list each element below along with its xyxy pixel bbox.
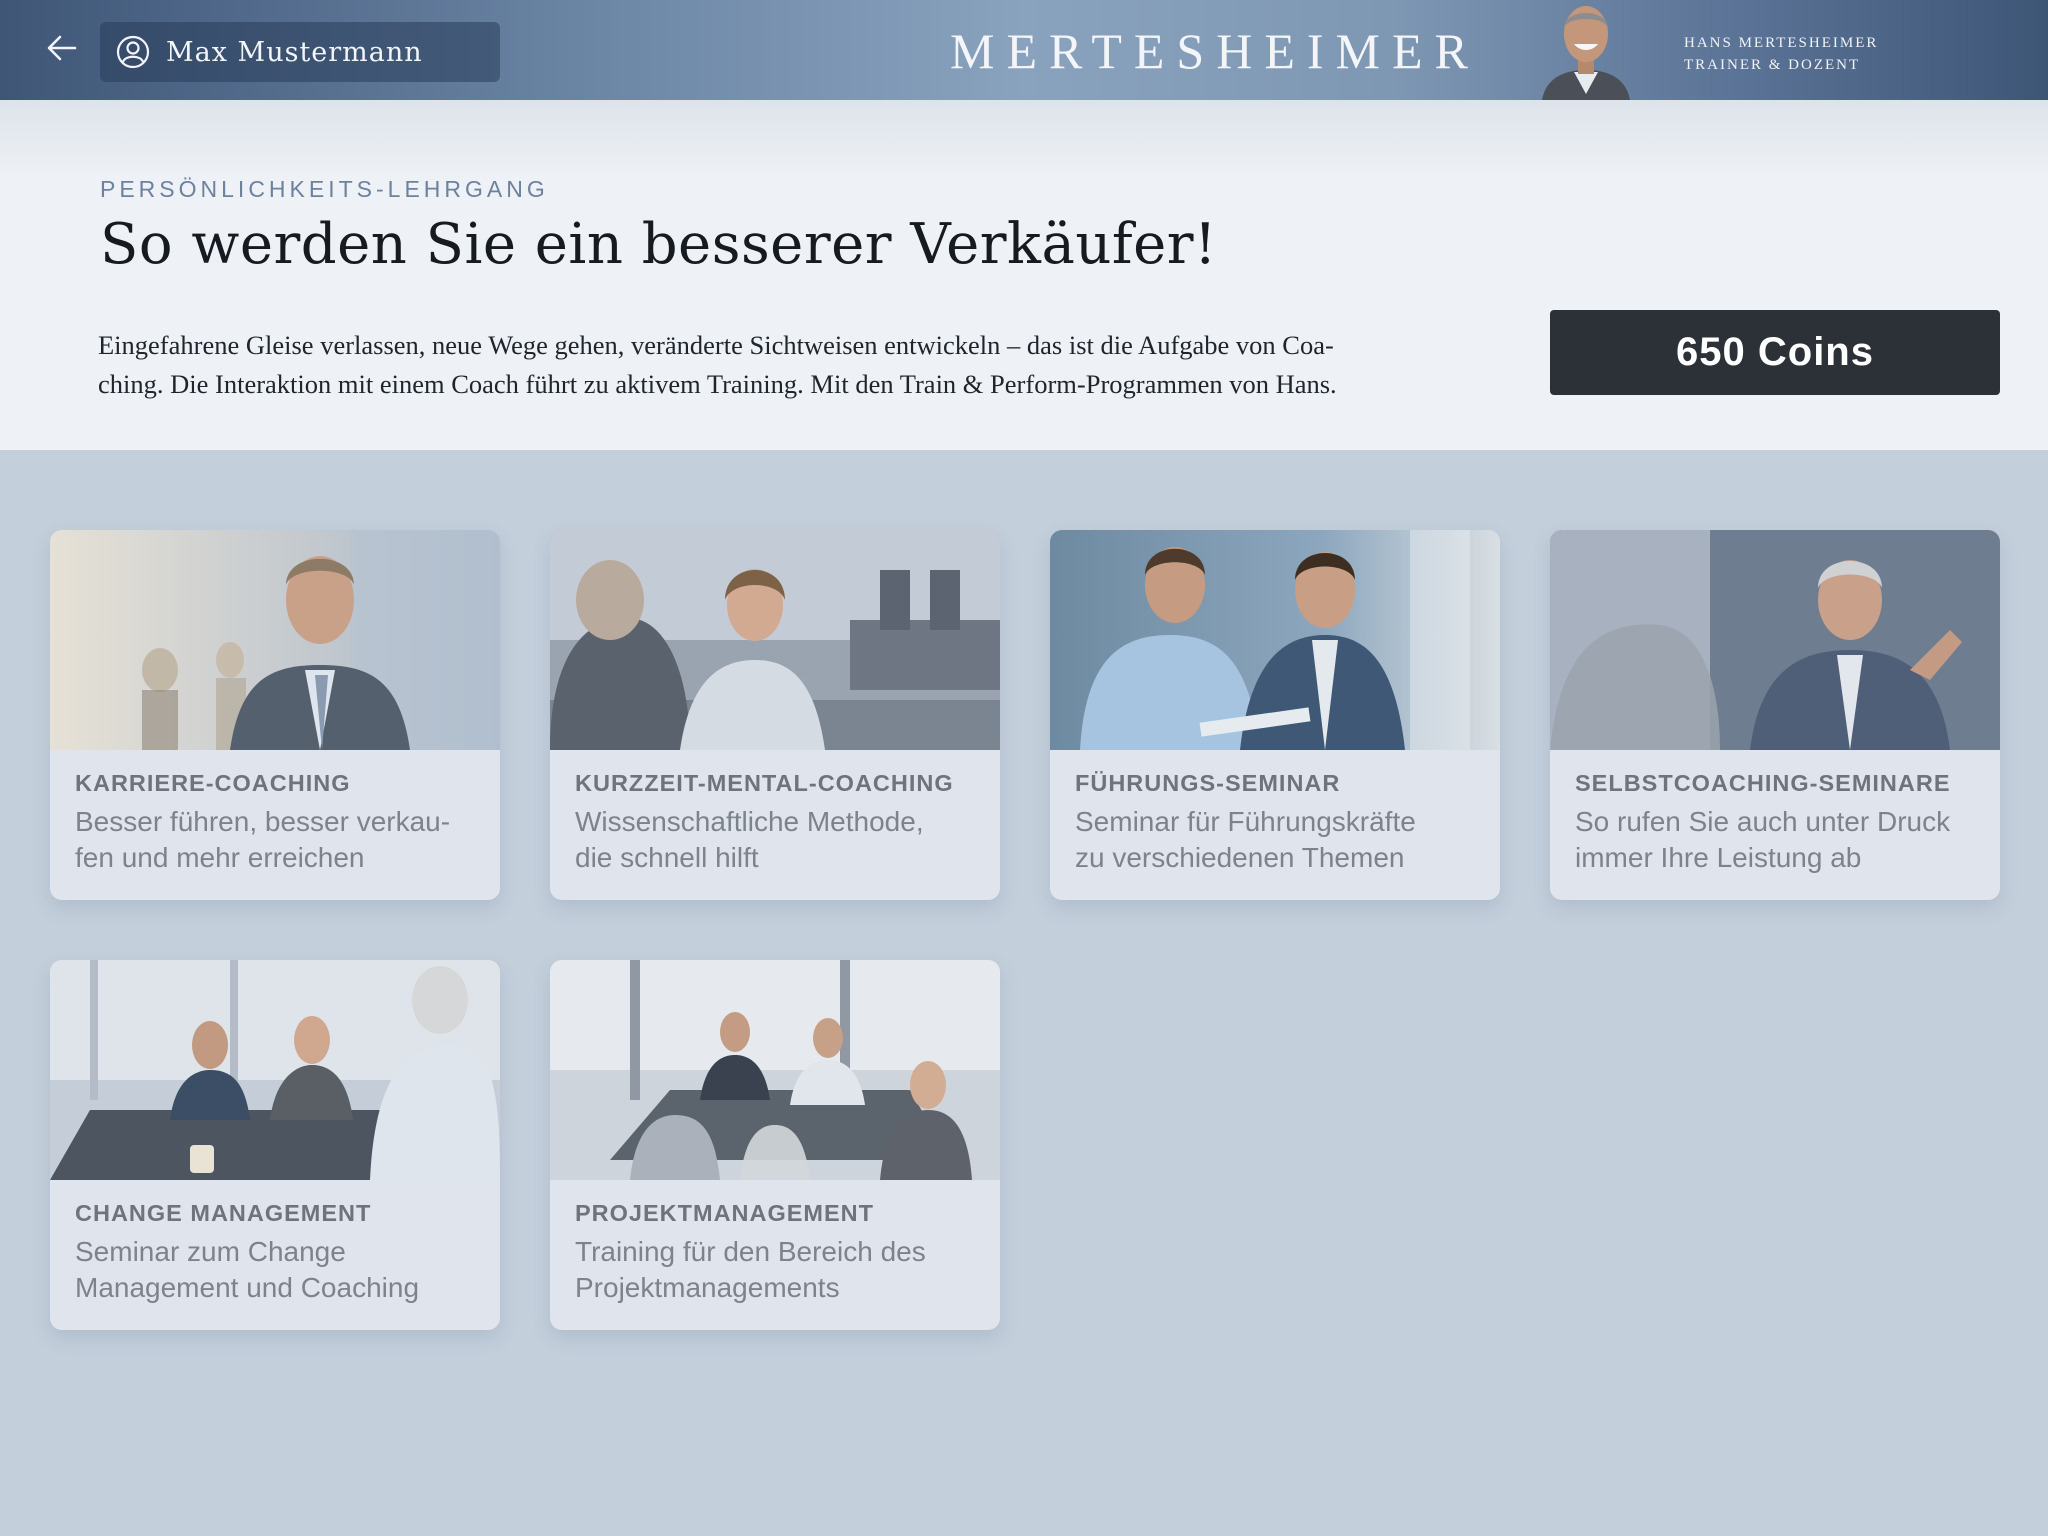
user-circle-icon: [116, 35, 150, 69]
course-image: [1050, 530, 1500, 750]
card-description: Seminar zum Change Management und Coachi…: [75, 1236, 420, 1303]
coins-button[interactable]: 650 Coins: [1550, 310, 2000, 395]
course-description: Eingefahrene Gleise verlassen, neue Wege…: [98, 330, 1337, 399]
course-image: [550, 530, 1000, 750]
card-description: So rufen Sie auch unter Druck immer Ihre…: [1575, 806, 1951, 873]
course-card-karriere-coaching[interactable]: KARRIERE-COACHING Besser führen, besser …: [50, 530, 500, 900]
card-title: CHANGE MANAGEMENT: [75, 1200, 372, 1226]
card-description: Besser führen, besser verkau- fen und me…: [75, 806, 451, 873]
trainer-info: HANS MERTESHEIMER TRAINER & DOZENT: [1684, 32, 1878, 76]
card-title: KURZZEIT-MENTAL-COACHING: [575, 770, 954, 796]
course-category: PERSÖNLICHKEITS-LEHRGANG: [100, 176, 549, 202]
user-profile-button[interactable]: Max Mustermann: [100, 22, 500, 82]
trainer-role: TRAINER & DOZENT: [1684, 57, 1861, 73]
course-card-projektmanagement[interactable]: PROJEKTMANAGEMENT Training für den Berei…: [550, 960, 1000, 1330]
course-card-selbstcoaching-seminare[interactable]: SELBSTCOACHING-SEMINARE So rufen Sie auc…: [1550, 530, 2000, 900]
top-bar: Max Mustermann MERTESHEIMER HANS MERTESH…: [0, 0, 2048, 100]
trainer-photo: [1534, 0, 1638, 100]
card-title: FÜHRUNGS-SEMINAR: [1075, 770, 1341, 796]
course-image: [1550, 530, 2000, 750]
trainer-name: HANS MERTESHEIMER: [1684, 35, 1879, 51]
course-card-change-management[interactable]: CHANGE MANAGEMENT Seminar zum Change Man…: [50, 960, 500, 1330]
card-description: Training für den Bereich des Projektmana…: [575, 1236, 926, 1303]
card-description: Wissenschaftliche Methode, die schnell h…: [575, 806, 924, 873]
user-name: Max Mustermann: [166, 36, 423, 68]
course-card-fuehrungs-seminar[interactable]: FÜHRUNGS-SEMINAR Seminar für Führungskrä…: [1050, 530, 1500, 900]
course-image: [50, 530, 500, 750]
course-image: [550, 960, 1000, 1180]
card-title: KARRIERE-COACHING: [75, 770, 351, 796]
card-description: Seminar für Führungskräfte zu verschiede…: [1075, 806, 1416, 873]
card-title: PROJEKTMANAGEMENT: [575, 1200, 875, 1226]
course-card-kurzzeit-mental-coaching[interactable]: KURZZEIT-MENTAL-COACHING Wissenschaftlic…: [550, 530, 1000, 900]
hero-section: PERSÖNLICHKEITS-LEHRGANG So werden Sie e…: [0, 100, 2048, 450]
back-button[interactable]: [40, 28, 84, 72]
arrow-left-icon: [47, 35, 77, 66]
course-image: [50, 960, 500, 1180]
brand-logo: MERTESHEIMER: [950, 23, 1480, 79]
page-title: So werden Sie ein besserer Verkäufer!: [100, 212, 1218, 277]
card-title: SELBSTCOACHING-SEMINARE: [1575, 770, 1951, 796]
